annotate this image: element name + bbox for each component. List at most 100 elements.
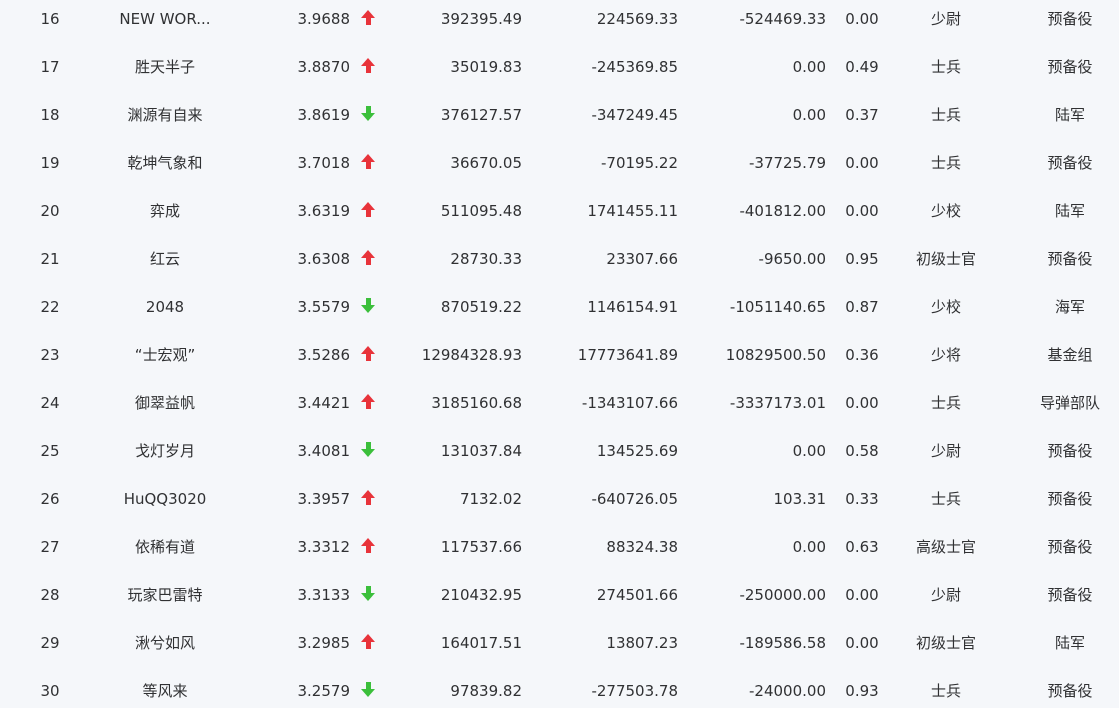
unit-cell: 海军 [1054,298,1085,316]
value-3-cell: -3337173.01 [729,394,826,412]
ratio-cell: 0.63 [845,538,879,556]
rank-cell: 17 [40,58,60,76]
military-rank-cell: 士兵 [930,682,961,700]
score-cell: 3.5286 [297,346,351,364]
player-name[interactable]: 湫兮如风 [105,619,225,667]
military-rank-cell: 少校 [930,202,961,220]
trend-indicator [358,187,378,235]
trend-indicator [358,139,378,187]
value-1-cell: 210432.95 [440,586,522,604]
table-row[interactable]: 20 弈成 3.6319 511095.48 1741455.11 -401812.00 0… [0,187,1119,235]
trend-indicator [358,331,378,379]
trend-indicator [358,0,378,43]
value-2-cell: 17773641.89 [577,346,678,364]
player-name[interactable]: 2048 [105,283,225,331]
trend-indicator [358,667,378,708]
value-1-cell: 36670.05 [450,154,522,172]
value-1-cell: 12984328.93 [421,346,522,364]
military-rank-cell: 少尉 [930,442,961,460]
arrow-up-icon [361,490,375,505]
ratio-cell: 0.00 [845,634,879,652]
table-row[interactable]: 24 御翠益帆 3.4421 3185160.68 -1343107.66 -333717… [0,379,1119,427]
value-2-cell: -277503.78 [591,682,678,700]
ratio-cell: 0.58 [845,442,879,460]
military-rank-cell: 少将 [930,346,961,364]
player-name[interactable]: 乾坤气象和 [105,139,225,187]
table-row[interactable]: 25 戈灯岁月 3.4081 131037.84 134525.69 0.00 0.58 少尉… [0,427,1119,475]
player-name[interactable]: “士宏观” [105,331,225,379]
military-rank-cell: 初级士官 [915,250,976,268]
arrow-up-icon [361,58,375,73]
rank-cell: 20 [40,202,60,220]
value-1-cell: 164017.51 [440,634,522,652]
trend-indicator [358,283,378,331]
ratio-cell: 0.00 [845,394,879,412]
arrow-down-icon [361,682,375,697]
player-name[interactable]: 胜天半子 [105,43,225,91]
table-row[interactable]: 17 胜天半子 3.8870 35019.83 -245369.85 0.00 0.49 士兵… [0,43,1119,91]
value-2-cell: -245369.85 [591,58,678,76]
score-cell: 3.5579 [297,298,351,316]
score-cell: 3.3957 [297,490,351,508]
military-rank-cell: 士兵 [930,154,961,172]
military-rank-cell: 士兵 [930,58,961,76]
military-rank-cell: 高级士官 [915,538,976,556]
arrow-down-icon [361,586,375,601]
table-row[interactable]: 18 渊源有自来 3.8619 376127.57 -347249.45 0.00 0.37… [0,91,1119,139]
player-name[interactable]: 红云 [105,235,225,283]
player-name[interactable]: 依稀有道 [105,523,225,571]
ratio-cell: 0.00 [845,586,879,604]
score-cell: 3.8619 [297,106,351,124]
trend-indicator [358,523,378,571]
value-1-cell: 511095.48 [440,202,522,220]
player-name[interactable]: HuQQ3020 [105,475,225,523]
rank-cell: 21 [40,250,60,268]
table-row[interactable]: 23 “士宏观” 3.5286 12984328.93 17773641.89 10829… [0,331,1119,379]
table-row[interactable]: 16 NEW WOR... 3.9688 392395.49 224569.33 -524… [0,0,1119,43]
rank-cell: 27 [40,538,60,556]
arrow-up-icon [361,634,375,649]
ratio-cell: 0.00 [845,10,879,28]
ratio-cell: 0.87 [845,298,879,316]
player-name[interactable]: 弈成 [105,187,225,235]
value-2-cell: 1146154.91 [587,298,678,316]
player-name[interactable]: 渊源有自来 [105,91,225,139]
player-name[interactable]: NEW WOR... [105,0,225,43]
score-cell: 3.2579 [297,682,351,700]
value-3-cell: 0.00 [792,442,826,460]
ratio-cell: 0.37 [845,106,879,124]
unit-cell: 预备役 [1047,154,1093,172]
table-row[interactable]: 30 等风来 3.2579 97839.82 -277503.78 -24000.00 0.… [0,667,1119,708]
value-1-cell: 97839.82 [450,682,522,700]
table-row[interactable]: 19 乾坤气象和 3.7018 36670.05 -70195.22 -37725.79 0… [0,139,1119,187]
military-rank-cell: 士兵 [930,394,961,412]
value-1-cell: 35019.83 [450,58,522,76]
value-2-cell: 224569.33 [596,10,678,28]
player-name[interactable]: 戈灯岁月 [105,427,225,475]
player-name[interactable]: 玩家巴雷特 [105,571,225,619]
table-row[interactable]: 29 湫兮如风 3.2985 164017.51 13807.23 -189586.58 0… [0,619,1119,667]
score-cell: 3.3312 [297,538,351,556]
value-2-cell: 88324.38 [606,538,678,556]
rank-cell: 16 [40,10,60,28]
score-cell: 3.8870 [297,58,351,76]
value-2-cell: 13807.23 [606,634,678,652]
table-row[interactable]: 21 红云 3.6308 28730.33 23307.66 -9650.00 0.95 初级… [0,235,1119,283]
table-row[interactable]: 27 依稀有道 3.3312 117537.66 88324.38 0.00 0.63 高级士… [0,523,1119,571]
value-3-cell: 0.00 [792,538,826,556]
value-3-cell: 0.00 [792,106,826,124]
trend-indicator [358,379,378,427]
table-row[interactable]: 26 HuQQ3020 3.3957 7132.02 -640726.05 103.31 0… [0,475,1119,523]
rank-cell: 26 [40,490,60,508]
value-1-cell: 7132.02 [459,490,522,508]
table-row[interactable]: 28 玩家巴雷特 3.3133 210432.95 274501.66 -250000.0… [0,571,1119,619]
unit-cell: 预备役 [1047,490,1093,508]
player-name[interactable]: 御翠益帆 [105,379,225,427]
trend-indicator [358,91,378,139]
value-3-cell: -1051140.65 [729,298,826,316]
table-row[interactable]: 22 2048 3.5579 870519.22 1146154.91 -1051140.… [0,283,1119,331]
score-cell: 3.4081 [297,442,351,460]
unit-cell: 预备役 [1047,250,1093,268]
player-name[interactable]: 等风来 [105,667,225,708]
value-2-cell: -640726.05 [591,490,678,508]
